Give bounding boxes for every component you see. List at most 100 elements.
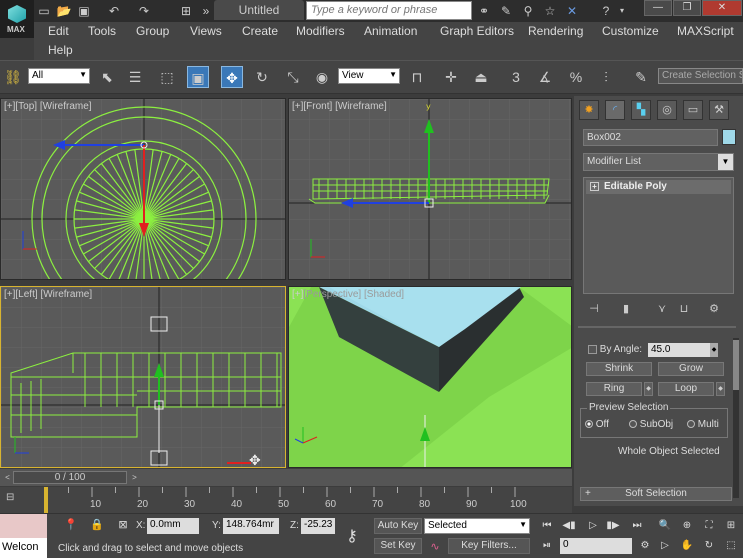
viewport-view-label[interactable]: [Perspective] [303,289,361,300]
viewport-front-label[interactable]: [+][Front] [Wireframe] [292,101,387,112]
pivot-center-icon[interactable]: ⊓ [406,66,428,88]
tab-motion[interactable]: ◎ [657,100,677,120]
menu-modifiers[interactable]: Modifiers [296,24,345,38]
maxscript-listener-mini[interactable] [0,514,47,538]
save-file-icon[interactable]: ▣ [76,3,92,19]
app-menu-button[interactable]: MAX [0,0,34,38]
key-selection-dropdown[interactable]: Selected ▼ [424,518,530,534]
maxscript-listener-field[interactable]: Welcon [0,538,47,558]
viewport-menu-button[interactable]: [+] [4,289,15,300]
current-frame-marker[interactable] [44,487,48,513]
key-filters-button[interactable]: Key Filters... [448,538,530,554]
soft-selection-rollout[interactable]: + Soft Selection [580,487,732,501]
absolute-relative-icon[interactable]: ⊠ [116,518,130,532]
scrollbar-thumb[interactable] [733,340,739,390]
favorites-star-icon[interactable]: ☆ [542,3,558,19]
remove-modifier-icon[interactable]: ⊔ [676,302,692,318]
x-coordinate-input[interactable]: 0.0mm [147,518,199,534]
spinner-snap-icon[interactable]: ⫶ [595,66,617,88]
auto-key-button[interactable]: Auto Key [374,518,422,534]
viewport-view-label[interactable]: [Front] [303,101,332,112]
select-manipulate-icon[interactable]: ✛ [440,66,462,88]
stack-item-editable-poly[interactable]: + Editable Poly [586,180,731,194]
configure-modifier-sets-icon[interactable]: ⚙ [706,302,722,318]
menu-tools[interactable]: Tools [88,24,116,38]
time-slider[interactable]: < 0 / 100 > [0,469,572,486]
z-coordinate-input[interactable]: -25.23 [301,518,335,534]
viewport-view-label[interactable]: [Top] [15,101,37,112]
ring-spinner-icon[interactable]: ◆ [644,382,653,396]
preview-subobj-radio[interactable]: SubObj [629,419,673,430]
menu-animation[interactable]: Animation [364,24,417,38]
time-configuration-icon[interactable]: ⚙ [636,538,654,554]
viewport-shading-label[interactable]: [Wireframe] [40,289,92,300]
viewport-top-label[interactable]: [+][Top] [Wireframe] [4,101,92,112]
selection-lock-icon[interactable]: 🔒 [90,518,104,532]
set-key-mode-icon[interactable]: ⚷ [336,519,368,555]
show-end-result-icon[interactable]: ▮ [618,302,634,318]
close-button[interactable]: ✕ [702,0,742,16]
help-icon[interactable]: ? [598,3,614,19]
key-tangent-icon[interactable]: ∿ [428,540,442,554]
rotate-tool-icon[interactable]: ↻ [251,66,273,88]
field-of-view-icon[interactable]: ▷ [656,538,674,554]
object-name-field[interactable]: Box002 [583,129,718,146]
maximize-viewport-icon[interactable]: ⬚ [722,538,740,554]
search-input[interactable]: Type a keyword or phrase [306,1,472,20]
rectangle-selection-icon[interactable]: ⬚ [156,66,178,88]
menu-maxscript[interactable]: MAXScript [677,24,734,38]
track-bar[interactable]: ⊟ 10 20 30 40 50 60 70 80 90 100 [0,487,572,513]
keyboard-shortcut-icon[interactable]: ⏏ [470,66,492,88]
link-icon[interactable]: ⚲ [520,3,536,19]
zoom-extents-all-icon[interactable]: ⊞ [722,518,740,534]
select-by-name-icon[interactable]: ☰ [124,66,146,88]
minimize-button[interactable]: — [644,0,672,16]
viewport-front[interactable]: [+][Front] [Wireframe] y [288,98,572,280]
zoom-icon[interactable]: 🔍 [656,518,674,534]
menu-customize[interactable]: Customize [602,24,659,38]
menu-group[interactable]: Group [136,24,169,38]
viewport-left-label[interactable]: [+][Left] [Wireframe] [4,289,92,300]
isolate-selection-icon[interactable]: 📍 [64,518,78,532]
help-dropdown-icon[interactable]: ▾ [614,3,630,19]
viewport-top[interactable]: [+][Top] [Wireframe] [0,98,286,280]
tab-hierarchy[interactable]: ▚ [631,100,651,120]
binoculars-icon[interactable]: ⚭ [476,3,492,19]
viewport-menu-button[interactable]: [+] [292,289,303,300]
restore-button[interactable]: ❐ [673,0,701,16]
scale-tool-icon[interactable]: ⤡ [282,66,304,88]
current-frame-input[interactable]: 0 [560,538,632,554]
pan-view-icon[interactable]: ✋ [678,538,696,554]
modifier-list-dropdown[interactable]: Modifier List ▼ [583,153,734,171]
redo-icon[interactable]: ↷ [136,3,152,19]
edit-named-selection-icon[interactable]: ✎ [630,66,652,88]
viewport-menu-button[interactable]: [+] [292,101,303,112]
menu-create[interactable]: Create [242,24,278,38]
open-file-icon[interactable]: 📂 [56,3,72,19]
menu-rendering[interactable]: Rendering [528,24,583,38]
by-angle-checkbox[interactable] [588,344,597,354]
exchange-icon[interactable]: ✕ [564,3,580,19]
spinner-icon[interactable]: ◆ [710,343,718,357]
by-angle-input[interactable]: 45.0 ◆ [648,343,718,357]
menu-help[interactable]: Help [48,43,73,57]
zoom-extents-icon[interactable]: ⛶ [700,518,718,534]
angle-snap-icon[interactable]: ∡ [534,66,556,88]
placement-icon[interactable]: ◉ [311,66,333,88]
tab-create[interactable]: ✸ [579,100,599,120]
undo-icon[interactable]: ↶ [106,3,122,19]
loop-button[interactable]: Loop [658,382,714,396]
tools-icon[interactable]: ✎ [498,3,514,19]
y-coordinate-input[interactable]: 148.764mr [223,518,279,534]
preview-off-radio[interactable]: Off [585,419,609,430]
link-chain-icon[interactable]: ⛓ [2,66,24,88]
move-tool-icon[interactable]: ✥ [221,66,243,88]
viewport-perspective-label[interactable]: [+][Perspective] [Shaded] [292,289,404,300]
previous-frame-icon[interactable]: < [2,471,13,484]
tab-display[interactable]: ▭ [683,100,703,120]
grow-button[interactable]: Grow [658,362,724,376]
command-panel-scrollbar[interactable] [733,338,739,498]
new-file-icon[interactable]: ▭ [36,3,52,19]
percent-snap-icon[interactable]: % [565,66,587,88]
menu-views[interactable]: Views [190,24,222,38]
